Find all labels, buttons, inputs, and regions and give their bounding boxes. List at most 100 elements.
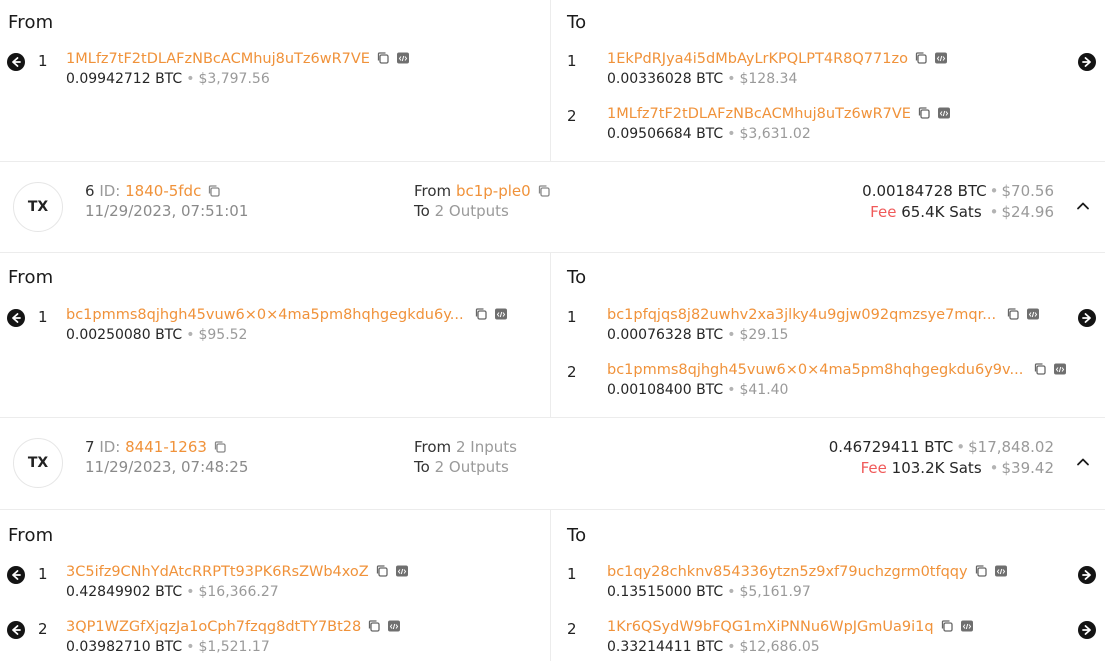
tx-usd: $70.56	[1001, 182, 1055, 200]
input-index: 1	[38, 308, 48, 326]
output-usd: $3,631.02	[739, 126, 811, 142]
arrow-left-icon[interactable]	[7, 53, 25, 71]
separator-dot: •	[186, 584, 195, 600]
tx-amount: 0.00184728 BTC • $70.56	[862, 182, 1054, 200]
input-address[interactable]: 3C5ifz9CNhYdAtcRRPTt93PK6RsZWb4xoZ	[66, 564, 409, 580]
output-address-text[interactable]: bc1qy28chknv854336ytzn5z9xf79uchzgrm0tfq…	[607, 564, 968, 580]
copy-icon[interactable]	[914, 51, 928, 65]
fee-label: Fee	[870, 203, 897, 221]
tx-btc: 0.00184728 BTC	[862, 182, 987, 200]
code-icon[interactable]	[1026, 307, 1040, 321]
code-icon[interactable]	[960, 619, 974, 633]
tx-id-link[interactable]: 1840-5fdc	[125, 182, 201, 200]
tx-to: To 2 Outputs	[414, 202, 509, 220]
code-icon[interactable]	[994, 564, 1008, 578]
output-address[interactable]: bc1qy28chknv854336ytzn5z9xf79uchzgrm0tfq…	[607, 564, 1008, 580]
outputs-column: To 1 bc1qy28chknv854336ytzn5z9xf79uchzgr…	[552, 510, 1105, 661]
separator-dot: •	[727, 126, 736, 142]
fee-usd: $24.96	[1001, 203, 1055, 221]
output-address[interactable]: bc1pfqjqs8j82uwhv2xa3jlky4u9gjw092qmzsye…	[607, 307, 1040, 323]
arrow-right-icon[interactable]	[1078, 621, 1096, 639]
copy-icon[interactable]	[974, 564, 988, 578]
tx-timestamp: 11/29/2023, 07:48:25	[85, 458, 249, 476]
fee-sats: 103.2K Sats	[891, 459, 982, 477]
btc-unit: BTC	[696, 126, 724, 142]
input-address[interactable]: 3QP1WZGfXjqzJa1oCph7fzqg8dtTY7Bt28	[66, 619, 401, 635]
tx-summary-row[interactable]: TX 6 ID: 1840-5fdc 11/29/2023, 07:51:01 …	[0, 162, 1105, 253]
arrow-left-icon[interactable]	[7, 566, 25, 584]
arrow-right-icon[interactable]	[1078, 309, 1096, 327]
code-icon[interactable]	[1053, 362, 1067, 376]
copy-icon[interactable]	[207, 184, 221, 198]
input-btc: 0.03982710	[66, 639, 151, 655]
input-address[interactable]: bc1pmms8qjhgh45vuw6×0×4ma5pm8hqhgegkdu6y…	[66, 307, 508, 323]
copy-icon[interactable]	[474, 307, 488, 321]
output-address[interactable]: 1Kr6QSydW9bFQG1mXiPNNu6WpJGmUa9i1q	[607, 619, 974, 635]
input-address[interactable]: 1MLfz7tF2tDLAFzNBcACMhuj8uTz6wR7VE	[66, 51, 410, 67]
io-block-tx7: From 1 3C5ifz9CNhYdAtcRRPTt93PK6RsZWb4xo…	[0, 510, 1105, 661]
output-index: 1	[567, 308, 577, 326]
separator-dot: •	[989, 182, 999, 200]
output-address[interactable]: 1EkPdRJya4i5dMbAyLrKPQLPT4R8Q771zo	[607, 51, 948, 67]
copy-icon[interactable]	[213, 440, 227, 454]
copy-icon[interactable]	[1033, 362, 1047, 376]
input-btc: 0.42849902	[66, 584, 151, 600]
to-heading: To	[567, 525, 587, 546]
input-address-text[interactable]: 3C5ifz9CNhYdAtcRRPTt93PK6RsZWb4xoZ	[66, 564, 369, 580]
arrow-left-icon[interactable]	[7, 621, 25, 639]
separator-dot: •	[727, 639, 736, 655]
code-icon[interactable]	[396, 51, 410, 65]
output-btc: 0.00108400	[607, 382, 692, 398]
copy-icon[interactable]	[940, 619, 954, 633]
input-amount: 0.00250080 BTC • $95.52	[66, 327, 247, 343]
tx-summary-row[interactable]: TX 7 ID: 8441-1263 11/29/2023, 07:48:25 …	[0, 418, 1105, 510]
output-index: 1	[567, 565, 577, 583]
output-address[interactable]: 1MLfz7tF2tDLAFzNBcACMhuj8uTz6wR7VE	[607, 106, 951, 122]
arrow-right-icon[interactable]	[1078, 566, 1096, 584]
arrow-right-icon[interactable]	[1078, 53, 1096, 71]
output-btc: 0.00076328	[607, 327, 692, 343]
tx-number: 7	[85, 438, 95, 456]
chevron-up-icon[interactable]	[1075, 198, 1091, 214]
outputs-column: To 1 1EkPdRJya4i5dMbAyLrKPQLPT4R8Q771zo …	[552, 0, 1105, 161]
output-address-text[interactable]: bc1pmms8qjhgh45vuw6×0×4ma5pm8hqhgegkdu6y…	[607, 362, 1023, 378]
output-address[interactable]: bc1pmms8qjhgh45vuw6×0×4ma5pm8hqhgegkdu6y…	[607, 362, 1067, 378]
tx-to-label: To	[414, 202, 430, 220]
code-icon[interactable]	[934, 51, 948, 65]
copy-icon[interactable]	[376, 51, 390, 65]
chevron-up-icon[interactable]	[1075, 454, 1091, 470]
copy-icon[interactable]	[917, 106, 931, 120]
output-address-text[interactable]: bc1pfqjqs8j82uwhv2xa3jlky4u9gjw092qmzsye…	[607, 307, 996, 323]
output-amount: 0.13515000 BTC • $5,161.97	[607, 584, 811, 600]
fee-sats: 65.4K Sats	[901, 203, 982, 221]
tx-usd: $17,848.02	[968, 438, 1054, 456]
tx-id-line: 6 ID: 1840-5fdc	[85, 182, 221, 200]
arrow-left-icon[interactable]	[7, 309, 25, 327]
tx-from-count: 2 Inputs	[455, 438, 517, 456]
input-address-text[interactable]: bc1pmms8qjhgh45vuw6×0×4ma5pm8hqhgegkdu6y…	[66, 307, 464, 323]
output-address-text[interactable]: 1MLfz7tF2tDLAFzNBcACMhuj8uTz6wR7VE	[607, 106, 911, 122]
output-usd: $29.15	[739, 327, 789, 343]
tx-from-address[interactable]: bc1p-ple0	[456, 182, 531, 200]
output-address-text[interactable]: 1EkPdRJya4i5dMbAyLrKPQLPT4R8Q771zo	[607, 51, 908, 67]
copy-icon[interactable]	[537, 184, 551, 198]
copy-icon[interactable]	[367, 619, 381, 633]
copy-icon[interactable]	[1006, 307, 1020, 321]
input-amount: 0.03982710 BTC • $1,521.17	[66, 639, 270, 655]
output-amount: 0.00336028 BTC • $128.34	[607, 71, 797, 87]
code-icon[interactable]	[937, 106, 951, 120]
to-heading: To	[567, 12, 587, 33]
copy-icon[interactable]	[375, 564, 389, 578]
output-row: 2 1Kr6QSydW9bFQG1mXiPNNu6WpJGmUa9i1q 0.3…	[552, 617, 1105, 661]
output-amount: 0.33214411 BTC • $12,686.05	[607, 639, 820, 655]
input-row: 1 3C5ifz9CNhYdAtcRRPTt93PK6RsZWb4xoZ 0.4…	[0, 562, 550, 608]
tx-to-count: 2 Outputs	[434, 458, 509, 476]
tx-id-link[interactable]: 8441-1263	[125, 438, 207, 456]
code-icon[interactable]	[494, 307, 508, 321]
input-address-text[interactable]: 3QP1WZGfXjqzJa1oCph7fzqg8dtTY7Bt28	[66, 619, 361, 635]
output-address-text[interactable]: 1Kr6QSydW9bFQG1mXiPNNu6WpJGmUa9i1q	[607, 619, 934, 635]
code-icon[interactable]	[395, 564, 409, 578]
code-icon[interactable]	[387, 619, 401, 633]
input-usd: $95.52	[198, 327, 248, 343]
input-address-text[interactable]: 1MLfz7tF2tDLAFzNBcACMhuj8uTz6wR7VE	[66, 51, 370, 67]
